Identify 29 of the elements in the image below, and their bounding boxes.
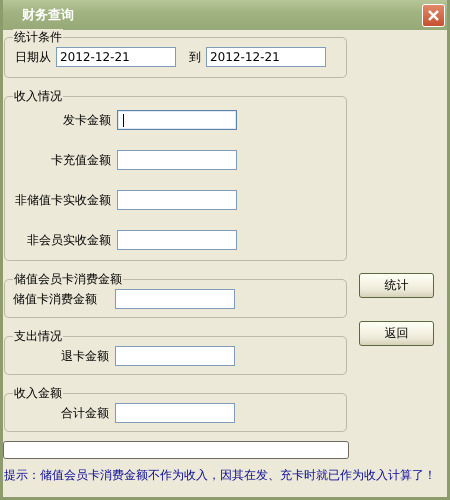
group-title: 支出情况 [13,328,63,344]
close-icon [427,8,440,22]
field-label: 到 [189,48,201,66]
close-button[interactable] [422,4,445,26]
field-label: 退卡金额 [60,348,109,364]
input-field[interactable] [117,150,237,170]
input-field[interactable] [115,346,235,366]
input-field[interactable] [115,403,235,423]
input-field[interactable] [115,289,235,309]
action-button[interactable]: 返回 [359,321,434,346]
group-title: 收入金额 [13,385,63,401]
action-button[interactable]: 统计 [359,273,434,298]
field-label: 日期从 [15,48,51,66]
input-field[interactable] [117,110,237,130]
group-title: 储值会员卡消费金额 [13,271,123,287]
input-field[interactable]: 2012-12-21 [206,47,326,67]
field-label: 非会员实收金额 [26,232,111,248]
input-field[interactable]: 2012-12-21 [56,47,176,67]
group-title: 统计条件 [13,29,63,45]
field-label: 卡充值金额 [50,152,111,168]
hint-text: 提示：储值会员卡消费金额不作为收入，因其在发、充卡时就已作为收入计算了！ [3,467,437,484]
field-label: 发卡金额 [62,112,111,128]
window-title: 财务查询 [22,7,74,24]
field-label: 合计金额 [60,404,109,422]
field-label: 储值卡消费金额 [12,290,98,308]
input-field[interactable] [117,230,237,250]
field-label: 非储值卡实收金额 [14,192,111,208]
input-field[interactable] [117,190,237,210]
group-title: 收入情况 [13,88,63,104]
